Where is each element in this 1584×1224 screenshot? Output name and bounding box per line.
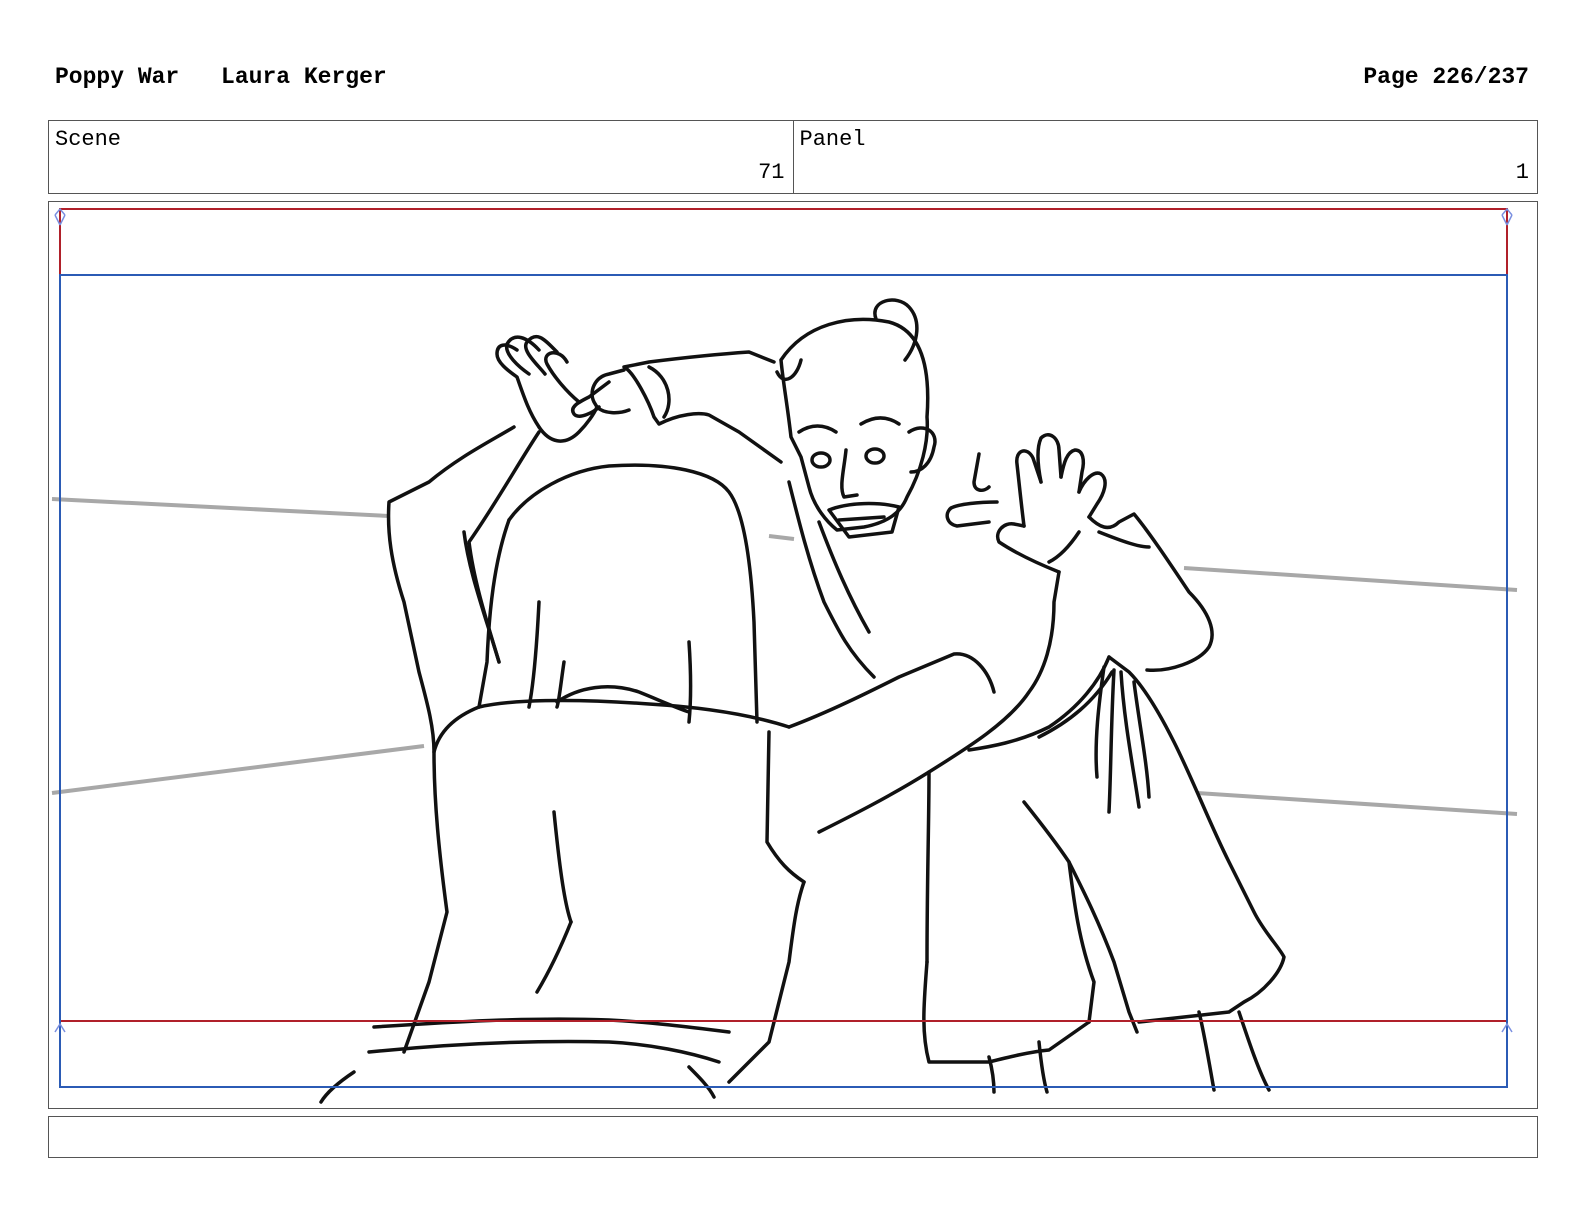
scene-number: 71 (758, 160, 785, 185)
woman-body (477, 698, 791, 729)
background-lines (51, 497, 1518, 816)
man-head (779, 317, 930, 532)
safe-frame (59, 208, 1508, 1022)
woman-hair (507, 463, 759, 724)
panel-number: 1 (1515, 160, 1529, 185)
scene-cell: Scene 71 (49, 121, 793, 193)
page-header-left: Poppy War Laura Kerger (55, 64, 387, 90)
camera-move-arrows (54, 207, 1513, 1033)
man-pants (922, 960, 1091, 1064)
woman-left-arm (817, 570, 1061, 834)
page-number: Page 226/237 (1363, 64, 1529, 90)
scene-label: Scene (55, 127, 122, 152)
man-right-arm (1087, 512, 1214, 672)
woman-hand (996, 522, 1061, 574)
project-title: Poppy War (55, 64, 180, 90)
character-sketch (319, 298, 1286, 1104)
man-raised-arm (622, 350, 783, 464)
panel-notes-box (48, 1116, 1538, 1158)
storyboard-panel (48, 201, 1538, 1109)
hair-bun (873, 298, 919, 362)
author-name: Laura Kerger (221, 64, 387, 90)
panel-cell: Panel 1 (792, 121, 1538, 193)
panel-label: Panel (799, 127, 866, 152)
camera-frame (59, 274, 1508, 1088)
scene-panel-info: Scene 71 Panel 1 (48, 120, 1538, 194)
panel-drawing (51, 207, 1518, 1104)
